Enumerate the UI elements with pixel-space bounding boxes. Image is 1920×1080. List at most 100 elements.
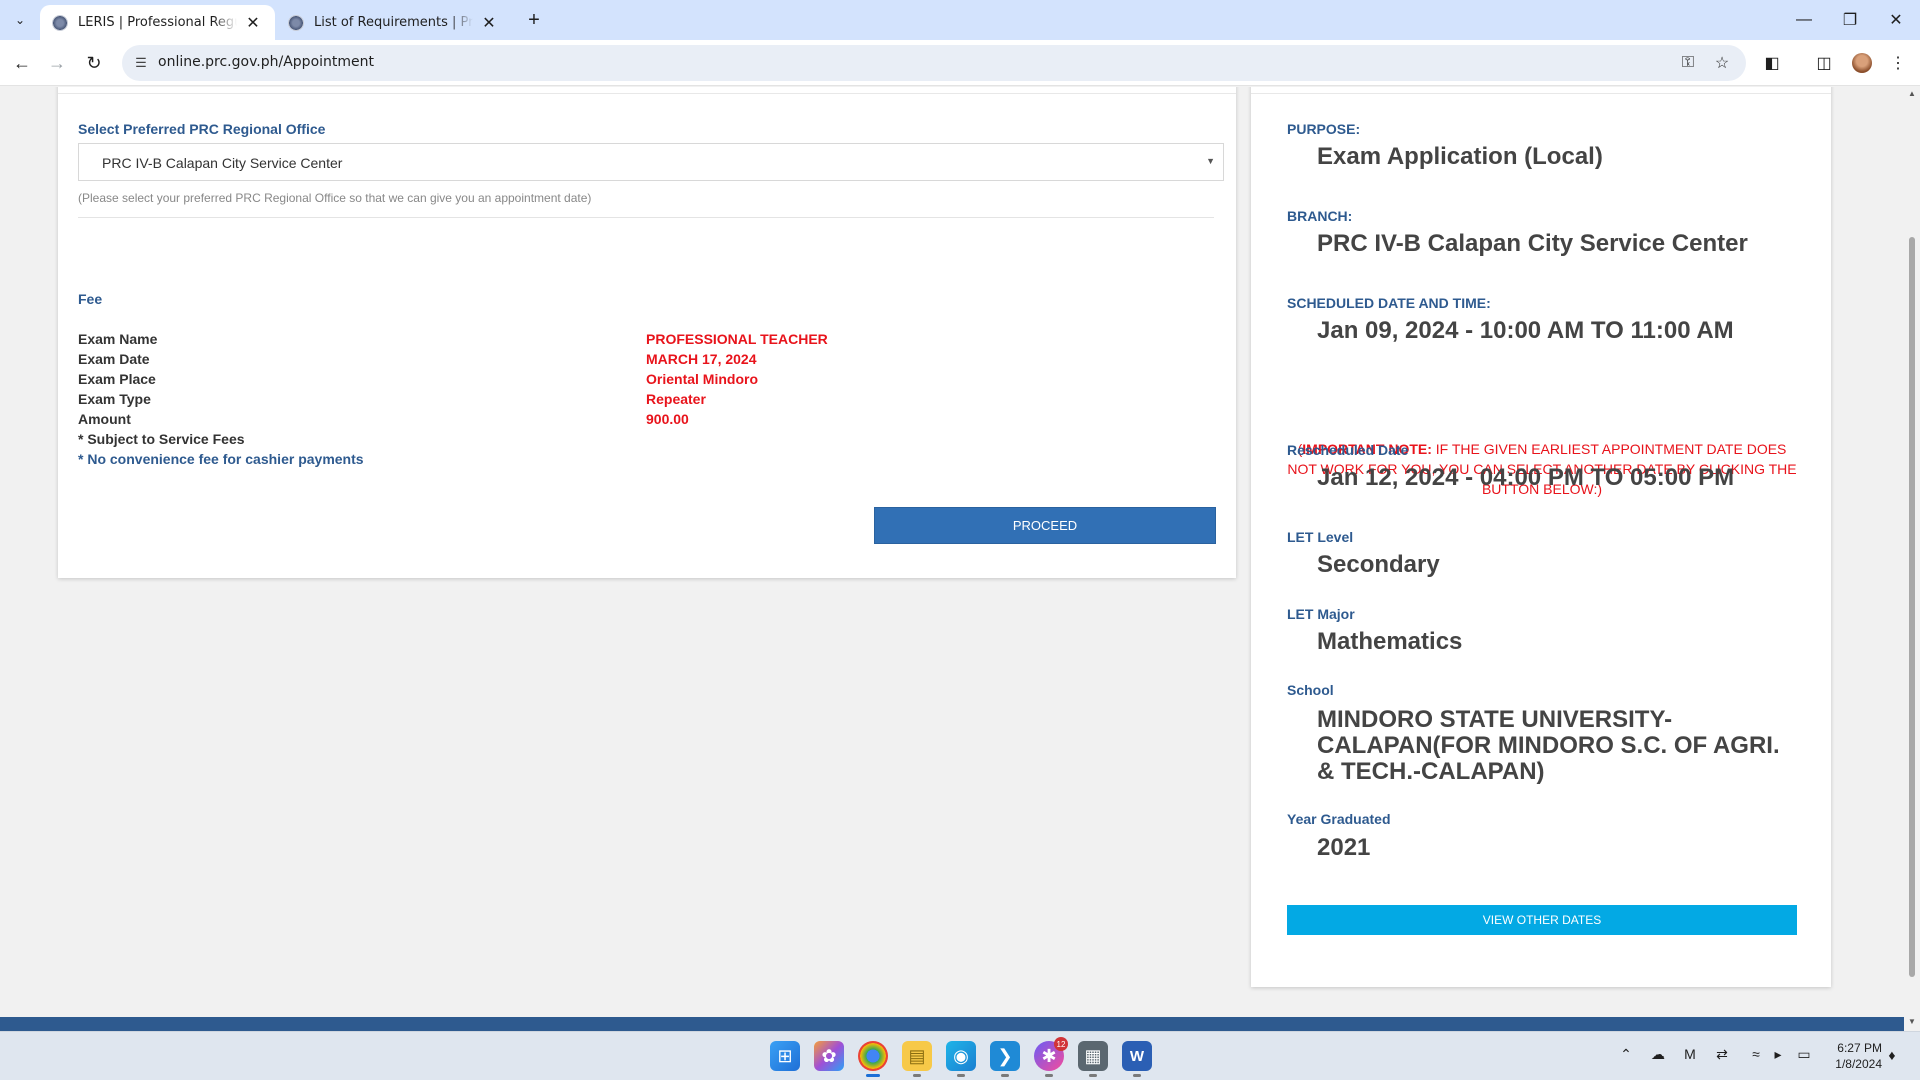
chrome-icon[interactable] [858, 1041, 888, 1077]
appointment-summary-card: PURPOSE: Exam Application (Local) BRANCH… [1251, 87, 1831, 987]
vscode-icon[interactable]: ❯ [990, 1041, 1020, 1077]
schedule-value: Jan 09, 2024 - 10:00 AM TO 11:00 AM [1317, 317, 1734, 344]
school-label: School [1287, 682, 1334, 698]
tab-requirements[interactable]: List of Requirements | Professio ✕ [276, 5, 511, 40]
fee-value: PROFESSIONAL TEACHER [646, 331, 828, 347]
caret-down-icon: ▼ [1206, 156, 1215, 166]
notification-badge: 12 [1054, 1037, 1068, 1051]
profile-avatar[interactable] [1852, 53, 1872, 73]
fee-heading: Fee [78, 291, 103, 307]
tab-close-icon[interactable]: ✕ [479, 13, 499, 32]
file-explorer-icon[interactable]: ▤ [902, 1041, 932, 1077]
convenience-fee-note: * No convenience fee for cashier payment… [78, 451, 364, 467]
regional-office-select[interactable]: PRC IV-B Calapan City Service Center ▼ [78, 143, 1224, 181]
school-value: MINDORO STATE UNIVERSITY-CALAPAN(FOR MIN… [1317, 706, 1780, 785]
tab-title: List of Requirements | Professio [314, 15, 473, 30]
page-viewport: Select Preferred PRC Regional Office PRC… [0, 87, 1904, 1017]
scroll-down-arrow-icon[interactable]: ▼ [1908, 1017, 1916, 1026]
back-arrow-icon[interactable]: ← [8, 49, 36, 77]
let-level-label: LET Level [1287, 529, 1354, 545]
proceed-button[interactable]: PROCEED [874, 507, 1216, 544]
address-bar[interactable]: ☰ online.prc.gov.ph/Appointment ⚿ ☆ [122, 45, 1746, 81]
notification-bell-icon[interactable]: ♦ [1882, 1047, 1902, 1063]
messenger-icon[interactable]: ✱ 12 [1034, 1037, 1068, 1077]
fee-label: Exam Date [78, 351, 150, 367]
page-scrollbar[interactable]: ▲ ▼ [1904, 87, 1920, 1031]
word-icon[interactable]: W [1122, 1041, 1152, 1077]
schedule-label: SCHEDULED DATE AND TIME: [1287, 295, 1491, 311]
site-info-icon[interactable]: ☰ [132, 54, 150, 72]
running-indicator [1089, 1074, 1097, 1077]
office-label: Select Preferred PRC Regional Office [78, 121, 326, 137]
fee-label: Exam Place [78, 371, 156, 387]
fee-row-exam-name: Exam Name PROFESSIONAL TEACHER [78, 331, 1178, 351]
fee-label: Exam Type [78, 391, 151, 407]
fee-value: Repeater [646, 391, 706, 407]
tab-search-chevron-down-icon[interactable]: ⌄ [8, 8, 32, 32]
fee-row-exam-type: Exam Type Repeater [78, 391, 1178, 411]
new-tab-plus-icon[interactable]: + [520, 6, 548, 34]
fee-value: 900.00 [646, 411, 689, 427]
gmail-icon[interactable]: M [1680, 1046, 1700, 1062]
menu-kebab-icon[interactable]: ⋮ [1886, 51, 1910, 75]
taskbar-clock[interactable]: 6:27 PM 1/8/2024 [1822, 1040, 1882, 1072]
calculator-icon[interactable]: ▦ [1078, 1041, 1108, 1077]
let-level-value: Secondary [1317, 551, 1440, 578]
clock-time: 6:27 PM [1837, 1041, 1882, 1055]
scroll-up-arrow-icon[interactable]: ▲ [1908, 89, 1916, 98]
prc-favicon-icon [288, 14, 304, 31]
office-hint: (Please select your preferred PRC Region… [78, 191, 592, 205]
section-divider [78, 217, 1214, 218]
url-text[interactable]: online.prc.gov.ph/Appointment [158, 54, 374, 70]
battery-icon[interactable]: ▭ [1794, 1046, 1814, 1063]
start-windows-icon[interactable]: ⊞ [770, 1041, 800, 1071]
running-indicator [1133, 1074, 1141, 1077]
tray-overflow-chevron-icon[interactable]: ⌃ [1616, 1046, 1636, 1063]
fee-row-exam-place: Exam Place Oriental Mindoro [78, 371, 1178, 391]
let-major-value: Mathematics [1317, 628, 1463, 655]
onedrive-cloud-icon[interactable]: ☁ [1648, 1046, 1668, 1063]
tab-leris[interactable]: LERIS | Professional Regulation ✕ [40, 5, 275, 40]
running-indicator [913, 1074, 921, 1077]
year-graduated-label: Year Graduated [1287, 811, 1391, 827]
active-indicator [866, 1074, 880, 1077]
tab-close-icon[interactable]: ✕ [243, 13, 263, 32]
fee-value: MARCH 17, 2024 [646, 351, 757, 367]
tab-title: LERIS | Professional Regulation [78, 15, 237, 30]
service-fee-note: * Subject to Service Fees [78, 431, 245, 447]
branch-label: BRANCH: [1287, 208, 1353, 224]
browser-toolbar: ← → ↻ ☰ online.prc.gov.ph/Appointment ⚿ … [0, 40, 1920, 86]
year-graduated-value: 2021 [1317, 834, 1371, 861]
purpose-label: PURPOSE: [1287, 121, 1361, 137]
rescheduled-label: Rescheduled Date [1287, 442, 1409, 458]
side-panel-icon[interactable]: ◫ [1812, 51, 1836, 75]
regional-office-selected: PRC IV-B Calapan City Service Center [102, 155, 343, 171]
edge-icon[interactable]: ◉ [946, 1041, 976, 1077]
rescheduled-value: Jan 12, 2024 - 04:00 PM TO 05:00 PM [1317, 464, 1735, 491]
scrollbar-thumb[interactable] [1909, 237, 1915, 977]
key-icon[interactable]: ⚿ [1678, 53, 1698, 73]
windows-taskbar: ⊞ ✿ ▤ ◉ ❯ ✱ 12 ▦ W ⌃ ☁ M ⇄ ≈ ▸ ▭ 6:27 PM… [0, 1031, 1920, 1080]
appointment-form-card: Select Preferred PRC Regional Office PRC… [58, 87, 1236, 578]
card-divider [1251, 93, 1831, 94]
tab-strip: ⌄ LERIS | Professional Regulation ✕ List… [0, 0, 1920, 40]
bookmark-star-icon[interactable]: ☆ [1712, 53, 1732, 73]
branch-value: PRC IV-B Calapan City Service Center [1317, 230, 1748, 257]
view-other-dates-button[interactable]: VIEW OTHER DATES [1287, 905, 1797, 935]
card-divider [58, 93, 1236, 94]
purpose-value: Exam Application (Local) [1317, 143, 1603, 170]
extensions-puzzle-icon[interactable]: ◧ [1760, 51, 1784, 75]
reload-icon[interactable]: ↻ [80, 49, 108, 77]
fee-label: Amount [78, 411, 131, 427]
copilot-icon[interactable]: ✿ [814, 1041, 844, 1071]
page-footer [0, 1017, 1904, 1031]
running-indicator [1001, 1074, 1009, 1077]
transfer-arrows-icon[interactable]: ⇄ [1712, 1046, 1732, 1063]
speaker-muted-icon[interactable]: ▸ [1768, 1046, 1788, 1063]
window-close-icon[interactable]: ✕ [1868, 0, 1920, 40]
forward-arrow-icon[interactable]: → [43, 49, 71, 77]
let-major-label: LET Major [1287, 606, 1355, 622]
wifi-icon[interactable]: ≈ [1746, 1046, 1766, 1062]
clock-date: 1/8/2024 [1835, 1057, 1882, 1071]
fee-row-exam-date: Exam Date MARCH 17, 2024 [78, 351, 1178, 371]
